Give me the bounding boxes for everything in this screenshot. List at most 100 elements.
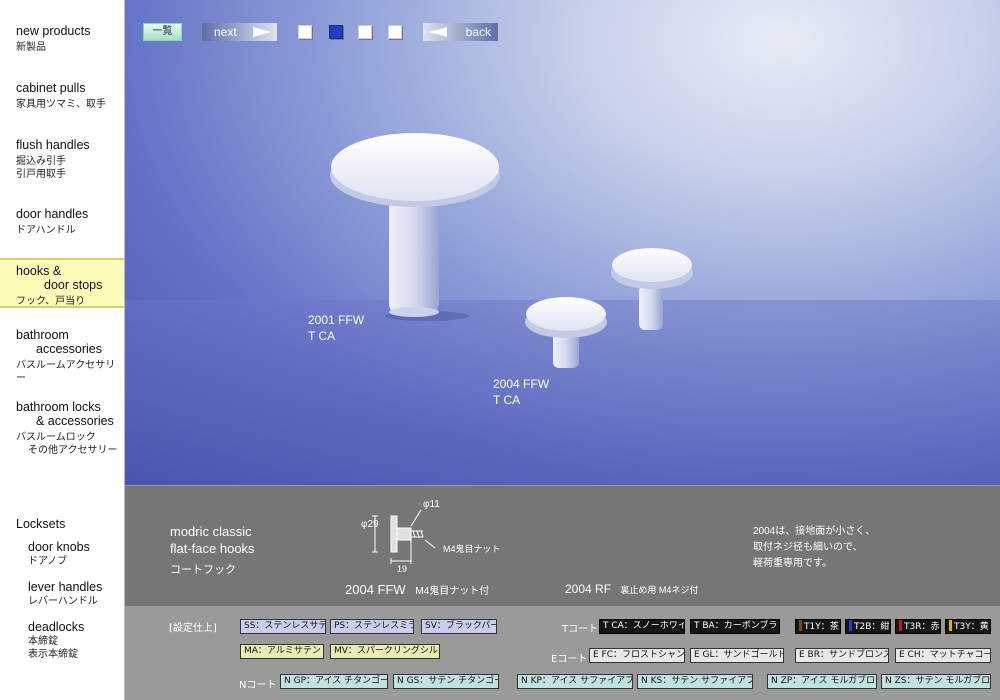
e-coat-label: Eコート [551,654,588,665]
nav-label-jp-2: 引戸用取手 [16,169,66,180]
caption-line: 2001 FFW [308,313,365,327]
nav-label-en: lever handles [28,580,103,594]
nav-label-jp-2: 表示本締錠 [28,649,78,660]
nav-label-jp: 掘込み引手 [16,156,66,167]
hook-2004-ffw-small [525,297,607,368]
nav-item-new-products[interactable]: new products 新製品 [0,24,124,54]
nav-label-en: Locksets [16,517,66,531]
nav-label-jp: レバーハンドル [28,596,98,607]
dimension-diagram [372,509,436,564]
coat-chip-nks[interactable]: N KS：サテン サファイアブラック [637,674,753,689]
nav-item-bathroom-locks[interactable]: bathroom locks & accessories バスルームロック その… [0,400,124,457]
product-photo [330,133,693,368]
description-line: 軽荷重専用です。 [753,558,832,569]
sidebar: new products 新製品 cabinet pulls 家具用ツマミ、取手… [0,0,125,700]
nav-item-cabinet-pulls[interactable]: cabinet pulls 家具用ツマミ、取手 [0,81,124,111]
nav-label-jp: 新製品 [16,42,46,53]
coat-chip-t2b[interactable]: T2B：紺 [845,619,891,634]
product-title-line-1: modric classic [170,524,252,539]
coat-label: T3R：赤 [904,622,940,632]
coat-chip-tca[interactable]: T CA：スノーホワイト [599,619,685,634]
nav-label-jp: ドアハンドル [16,225,76,236]
model-name: 2004 RF [565,582,612,596]
finish-chip-mv[interactable]: MV：スパークリングシルバー [330,644,440,659]
nav-label-en: door handles [16,207,89,221]
nav-label-en: new products [16,24,91,38]
t-coat-label: Tコート [562,624,599,635]
coat-chip-efc[interactable]: E FC：フロストシャンパン [589,648,685,663]
coat-chip-ebr[interactable]: E BR：サンドブロンズ [795,648,889,663]
dimension-diam-left: φ29 [361,519,379,530]
nav-label-en: deadlocks [28,620,85,634]
nav-label-jp: 家具用ツマミ、取手 [16,99,106,110]
nav-item-lever-handles[interactable]: lever handles レバーハンドル [0,580,124,608]
nav-label-en: bathroom [16,328,69,342]
dimension-width: 19 [397,564,408,574]
n-coat-label: Nコート [239,680,277,691]
coat-chip-egl[interactable]: E GL：サンドゴールド [690,648,784,663]
model-1004-ffw: 2004 FFW M4鬼目ナット付 [345,582,489,597]
color-swatch [949,620,952,631]
dimension-nut: M4鬼目ナット [443,544,501,554]
finish-label: [設定仕上] [169,623,217,634]
caption-line: T CA [493,393,521,407]
finish-chip-sv[interactable]: SV：ブラックパール [421,619,497,634]
finish-options-panel: [設定仕上] SS：ステンレスサテン PS：ステンレスミラー SV：ブラックパー… [125,605,1000,700]
nav-label-jp: バスルームロック [16,432,96,443]
description-line: 2004は、接地面が小さく、 [753,526,876,537]
caption-line: 2004 FFW [493,377,550,391]
dimension-diam-top: φ11 [423,499,440,510]
nav-item-hooks-door-stops[interactable]: hooks & door stops フック、戸当り [0,258,124,308]
color-swatch [849,620,852,631]
coat-chip-nzs[interactable]: N ZS：サテン モルガブロンズ [881,674,991,689]
hook-2004-ffw-back [611,248,693,330]
finish-chip-ps[interactable]: PS：ステンレスミラー [330,619,414,634]
coat-chip-t3y[interactable]: T3Y：黄 [945,619,991,634]
nav-label-jp: フック、戸当り [16,296,86,307]
coat-chip-t1y[interactable]: T1Y：茶 [795,619,841,634]
nav-label-en-2: & accessories [36,414,114,428]
nav-label-jp: バスルームアクセサリー [16,360,116,384]
coat-label: T1Y：茶 [804,622,839,632]
caption-line: T CA [308,329,336,343]
finish-chip-ma[interactable]: MA：アルミサテン [240,644,324,659]
nav-heading-locksets: Locksets [0,517,124,531]
color-swatch [899,620,902,631]
nav-item-deadlocks[interactable]: deadlocks 本締錠 表示本締錠 [0,620,124,661]
coat-chip-nzp[interactable]: N ZP：アイス モルガブロンズ [767,674,877,689]
coat-chip-t3r[interactable]: T3R：赤 [895,619,941,634]
description-line: 取付ネジ径も細いので、 [753,542,863,553]
nav-label-en-2: accessories [36,342,102,356]
coat-chip-ngs[interactable]: N GS：サテン チタンゴールド [393,674,499,689]
hook-2001-ffw [330,133,500,321]
finish-chip-ss[interactable]: SS：ステンレスサテン [240,619,326,634]
coat-chip-ech[interactable]: E CH：マットチャコール [895,648,991,663]
coat-label: T3Y：黄 [954,622,989,632]
nav-label-en: flush handles [16,138,90,152]
coat-chip-nkp[interactable]: N KP：アイス サファイアブラック [517,674,633,689]
nav-item-door-knobs[interactable]: door knobs ドアノブ [0,540,124,568]
nav-label-jp: 本締錠 [28,636,58,647]
nav-label-en: door knobs [28,540,90,554]
nav-label-jp: ドアノブ [28,556,68,567]
nav-label-jp-2: その他アクセサリー [28,445,118,456]
nav-item-bathroom-accessories[interactable]: bathroom accessories バスルームアクセサリー [0,328,124,385]
coat-label: T2B：紺 [854,622,890,632]
product-description: 2004は、接地面が小さく、 取付ネジ径も細いので、 軽荷重専用です。 [753,524,875,572]
product-title-jp: コートフック [170,564,236,576]
product-title-line-2: flat-face hooks [170,541,255,556]
coat-chip-ngp[interactable]: N GP：アイス チタンゴールド [280,674,388,689]
nav-item-flush-handles[interactable]: flush handles 掘込み引手 引戸用取手 [0,138,124,181]
product-photo-area: 一覧 next back 2001 FFW T CA 2004 FFW T CA [125,0,1000,485]
nav-label-en: cabinet pulls [16,81,86,95]
color-swatch [799,620,802,631]
coat-chip-tba[interactable]: T BA：カーボンブラック [690,619,780,634]
model-name: 2004 FFW [345,582,406,597]
model-2004-rf: 2004 RF 裏止め用 M4ネジ付 [565,582,698,596]
photo-caption-2001: 2001 FFW T CA [308,312,364,344]
nav-item-door-handles[interactable]: door handles ドアハンドル [0,207,124,237]
product-title: modric classic flat-face hooks [170,523,255,557]
photo-caption-2004: 2004 FFW T CA [493,376,549,408]
nav-label-en: bathroom locks [16,400,101,414]
model-note: M4鬼目ナット付 [415,586,490,597]
